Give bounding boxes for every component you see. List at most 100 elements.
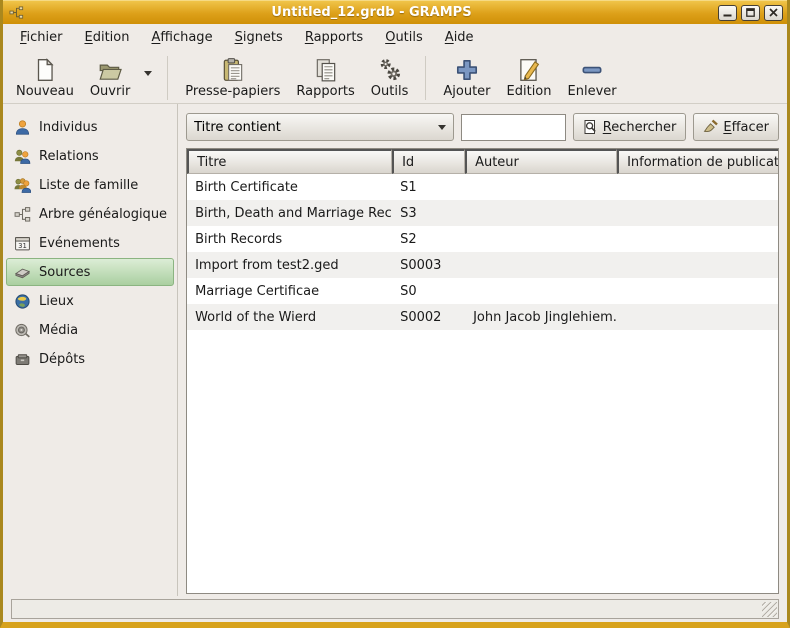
- rapports-label: Rapports: [296, 84, 354, 99]
- two-people-icon: [13, 147, 31, 165]
- titlebar[interactable]: Untitled_12.grdb - GRAMPS: [3, 0, 787, 24]
- svg-text:31: 31: [18, 241, 27, 249]
- table-row[interactable]: Birth, Death and Marriage Rec... S3: [187, 200, 778, 226]
- menu-rapports[interactable]: Rapports: [296, 27, 372, 48]
- ajouter-button[interactable]: Ajouter: [436, 53, 497, 101]
- sidebar-item-arbre-genealogique[interactable]: Arbre généalogique: [6, 200, 174, 228]
- filter-bar: Titre contient Rechercher: [186, 112, 779, 142]
- resize-grip-icon[interactable]: [762, 602, 777, 617]
- sidebar-item-evenements[interactable]: 31 Evénements: [6, 229, 174, 257]
- sidebar: Individus Relations: [3, 104, 178, 596]
- enlever-button[interactable]: Enlever: [561, 53, 624, 101]
- enlever-label: Enlever: [568, 84, 617, 99]
- minimize-button[interactable]: [718, 5, 737, 21]
- chevron-down-icon: [144, 71, 152, 91]
- cell-id: S3: [392, 206, 465, 221]
- reports-icon: [313, 55, 339, 83]
- sidebar-label: Média: [39, 323, 78, 338]
- repository-icon: [13, 350, 31, 368]
- statusbar: [11, 599, 779, 619]
- sidebar-item-individus[interactable]: Individus: [6, 113, 174, 141]
- sidebar-label: Sources: [39, 265, 90, 280]
- outils-button[interactable]: Outils: [364, 53, 416, 101]
- clipboard-icon: [220, 55, 246, 83]
- sidebar-item-relations[interactable]: Relations: [6, 142, 174, 170]
- cell-id: S0: [392, 284, 465, 299]
- sidebar-item-lieux[interactable]: Lieux: [6, 287, 174, 315]
- search-input[interactable]: [461, 114, 566, 141]
- table-body: Birth Certificate S1 Birth, Death and Ma…: [187, 174, 778, 593]
- sidebar-label: Arbre généalogique: [39, 207, 167, 222]
- maximize-icon: [746, 8, 755, 17]
- presse-papiers-label: Presse-papiers: [185, 84, 280, 99]
- nouveau-button[interactable]: Nouveau: [9, 53, 81, 101]
- column-header-titre[interactable]: Titre: [187, 149, 392, 174]
- table-row[interactable]: Birth Records S2: [187, 226, 778, 252]
- clear-button-label: Effacer: [723, 120, 769, 135]
- menu-affichage[interactable]: Affichage: [142, 27, 221, 48]
- sources-view: Titre contient Rechercher: [178, 104, 787, 596]
- main-area: Individus Relations: [3, 104, 787, 596]
- sidebar-label: Dépôts: [39, 352, 85, 367]
- table-row[interactable]: Birth Certificate S1: [187, 174, 778, 200]
- cell-titre: Birth Records: [187, 232, 392, 247]
- toolbar-separator: [167, 56, 168, 100]
- presse-papiers-button[interactable]: Presse-papiers: [178, 53, 287, 101]
- ouvrir-label: Ouvrir: [90, 84, 130, 99]
- clear-button[interactable]: Effacer: [693, 113, 779, 141]
- table-row[interactable]: Marriage Certificae S0: [187, 278, 778, 304]
- minimize-icon: [723, 8, 732, 17]
- search-icon: [583, 119, 599, 135]
- menu-edition[interactable]: Edition: [76, 27, 139, 48]
- source-book-icon: [13, 263, 31, 281]
- remove-minus-icon: [579, 55, 605, 83]
- filter-field-select[interactable]: Titre contient: [186, 113, 454, 141]
- column-header-information[interactable]: Information de publication: [617, 149, 778, 174]
- menu-outils[interactable]: Outils: [376, 27, 432, 48]
- sidebar-label: Individus: [39, 120, 98, 135]
- person-icon: [13, 118, 31, 136]
- cell-id: S2: [392, 232, 465, 247]
- sidebar-item-sources[interactable]: Sources: [6, 258, 174, 286]
- outils-label: Outils: [371, 84, 409, 99]
- sidebar-label: Liste de famille: [39, 178, 138, 193]
- menu-aide[interactable]: Aide: [436, 27, 483, 48]
- cell-titre: Marriage Certificae: [187, 284, 392, 299]
- rapports-button[interactable]: Rapports: [289, 53, 361, 101]
- ajouter-label: Ajouter: [443, 84, 490, 99]
- add-plus-icon: [454, 55, 480, 83]
- sidebar-item-media[interactable]: Média: [6, 316, 174, 344]
- cell-id: S0003: [392, 258, 465, 273]
- edition-button[interactable]: Edition: [500, 53, 559, 101]
- sidebar-label: Lieux: [39, 294, 74, 309]
- gears-icon: [377, 55, 403, 83]
- column-header-id[interactable]: Id: [392, 149, 465, 174]
- statusbar-area: [3, 596, 787, 622]
- calendar-31-icon: 31: [13, 234, 31, 252]
- toolbar-separator: [425, 56, 426, 100]
- gramps-window: Untitled_12.grdb - GRAMPS Fichier Editio…: [0, 0, 790, 628]
- pedigree-icon: [13, 205, 31, 223]
- ouvrir-button[interactable]: Ouvrir: [83, 53, 137, 101]
- close-button[interactable]: [764, 5, 783, 21]
- sidebar-item-depots[interactable]: Dépôts: [6, 345, 174, 373]
- window-controls: [718, 5, 783, 21]
- window-title: Untitled_12.grdb - GRAMPS: [25, 5, 718, 20]
- menu-fichier[interactable]: Fichier: [11, 27, 72, 48]
- column-header-auteur[interactable]: Auteur: [465, 149, 617, 174]
- nouveau-label: Nouveau: [16, 84, 74, 99]
- cell-titre: Birth, Death and Marriage Rec...: [187, 206, 392, 221]
- table-row[interactable]: Import from test2.ged S0003: [187, 252, 778, 278]
- cell-id: S0002: [392, 310, 465, 325]
- search-button[interactable]: Rechercher: [573, 113, 687, 141]
- ouvrir-dropdown-button[interactable]: [141, 66, 155, 91]
- cell-titre: Birth Certificate: [187, 180, 392, 195]
- edit-pencil-icon: [516, 55, 542, 83]
- maximize-button[interactable]: [741, 5, 760, 21]
- menu-signets[interactable]: Signets: [226, 27, 292, 48]
- sidebar-item-liste-de-famille[interactable]: Liste de famille: [6, 171, 174, 199]
- sidebar-label: Evénements: [39, 236, 120, 251]
- globe-icon: [13, 292, 31, 310]
- table-row[interactable]: World of the Wierd S0002 John Jacob Jing…: [187, 304, 778, 330]
- chevron-down-icon: [438, 125, 446, 130]
